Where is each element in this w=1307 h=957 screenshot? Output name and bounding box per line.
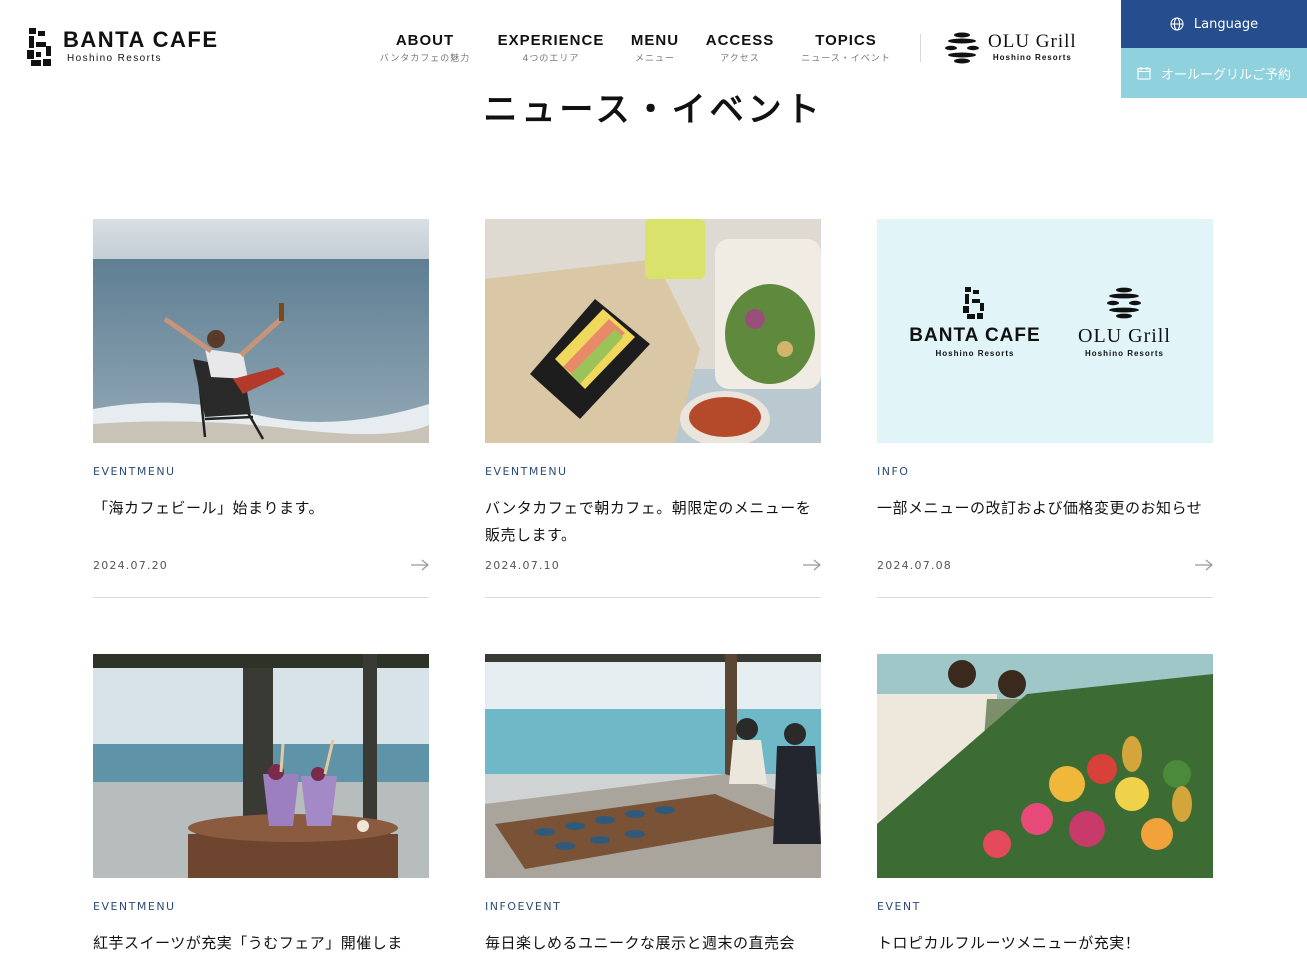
olu-grill-title: OLU Grill: [988, 31, 1077, 52]
card-title: 「海カフェビール」始まります。: [93, 499, 325, 517]
banner-olu-logo-text: OLU Grill: [1078, 325, 1171, 347]
nav-sublabel: メニュー: [634, 54, 675, 64]
nav-item-about[interactable]: ABOUT バンタカフェの魅力: [372, 32, 478, 66]
page-title: ニュース・イベント: [483, 90, 824, 130]
card-image-onigiri-breakfast: [485, 219, 821, 443]
card-image-pottery-table: [485, 654, 821, 878]
card-image-purple-drinks: [93, 654, 429, 878]
card-category: EVENT: [877, 900, 921, 913]
card-category: INFOEVENT: [485, 900, 562, 913]
banta-cafe-logo[interactable]: BANTA CAFE Hoshino Resorts: [27, 28, 219, 66]
nav-label: MENU: [630, 32, 680, 49]
card-title: バンタカフェで朝カフェ。朝限定のメニューを販売します。: [485, 499, 812, 544]
nav-label: EXPERIENCE: [497, 32, 605, 49]
card-date: 2024.07.20: [93, 559, 168, 572]
banner-olu-subtitle: Hoshino Resorts: [1084, 349, 1164, 358]
card-divider: [485, 597, 821, 598]
olu-grill-mark-icon: [945, 32, 979, 64]
card-title: 一部メニューの改訂および価格変更のお知らせ: [877, 499, 1203, 517]
nav-sublabel: アクセス: [720, 54, 760, 64]
nav-item-experience[interactable]: EXPERIENCE 4つのエリア: [496, 32, 606, 66]
card-image-beach-chair: [93, 219, 429, 443]
olu-grill-logo-link[interactable]: OLU Grill Hoshino Resorts: [944, 30, 1077, 66]
nav-label: TOPICS: [815, 32, 877, 49]
nav-sublabel: バンタカフェの魅力: [379, 54, 471, 64]
banner-banta-logo-text: BANTA CAFE: [909, 325, 1041, 346]
nav-sublabel: 4つのエリア: [522, 54, 580, 64]
card-divider: [93, 597, 429, 598]
nav-item-menu[interactable]: MENU メニュー: [626, 32, 684, 66]
nav-label: ACCESS: [705, 32, 775, 49]
card-title: トロピカルフルーツメニューが充実！: [877, 934, 1141, 952]
reservation-label: オールーグリルご予約: [1160, 67, 1291, 83]
logo-title: BANTA CAFE: [63, 27, 219, 52]
arrow-right-icon: [411, 559, 429, 571]
nav-sublabel: ニュース・イベント: [801, 54, 891, 64]
card-title: 毎日楽しめるユニークな展示と週末の直売会: [485, 934, 796, 952]
card-category: EVENTMENU: [93, 465, 176, 478]
card-category: EVENTMENU: [93, 900, 176, 913]
arrow-right-icon: [1195, 559, 1213, 571]
nav-divider: [920, 34, 921, 62]
olu-grill-subtitle: Hoshino Resorts: [992, 53, 1072, 62]
card-image-logos-banner: BANTA CAFE Hoshino Resorts OLU Grill Hos…: [877, 219, 1213, 443]
nav-item-access[interactable]: ACCESS アクセス: [700, 32, 780, 66]
card-image-tropical-fruits: [877, 654, 1213, 878]
language-button[interactable]: Language: [1121, 0, 1307, 48]
calendar-icon: [1137, 67, 1151, 80]
card-title: 紅芋スイーツが充実「うむフェア」開催しま: [93, 934, 403, 952]
card-category: INFO: [877, 465, 910, 478]
banner-banta-subtitle: Hoshino Resorts: [935, 349, 1015, 358]
card-category: EVENTMENU: [485, 465, 568, 478]
nav-item-topics[interactable]: TOPICS ニュース・イベント: [796, 32, 896, 66]
card-date: 2024.07.10: [485, 559, 560, 572]
nav-label: ABOUT: [395, 32, 455, 49]
arrow-right-icon: [803, 559, 821, 571]
card-date: 2024.07.08: [877, 559, 952, 572]
banta-logo-mark-icon: [27, 28, 51, 66]
language-label: Language: [1193, 16, 1259, 32]
card-divider: [877, 597, 1213, 598]
logo-subtitle: Hoshino Resorts: [67, 53, 162, 64]
globe-icon: [1170, 17, 1184, 31]
